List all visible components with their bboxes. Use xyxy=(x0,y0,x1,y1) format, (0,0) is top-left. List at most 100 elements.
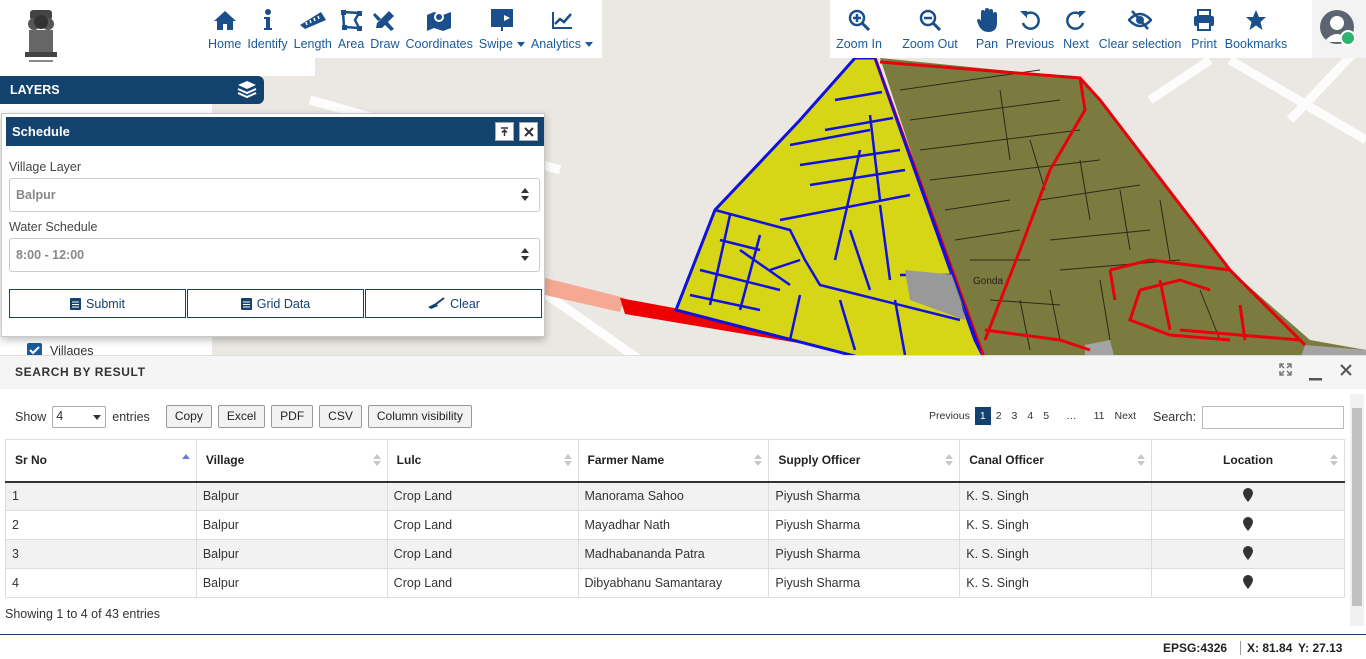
map-marker-icon[interactable] xyxy=(1243,487,1254,502)
schedule-panel: Schedule Village Layer Balpur Water Sche… xyxy=(1,113,545,337)
village-layer-select[interactable]: Balpur xyxy=(9,178,540,212)
table-info: Showing 1 to 4 of 43 entries xyxy=(5,607,160,621)
column-header-sr-no[interactable]: Sr No xyxy=(5,439,197,483)
next-button[interactable]: Next xyxy=(1058,0,1094,58)
zoom-out-icon xyxy=(919,6,941,34)
schedule-minimize-button[interactable] xyxy=(495,122,514,141)
epsg-readout: EPSG:4326 xyxy=(1163,641,1228,655)
table-row[interactable]: 2 Balpur Crop Land Mayadhar Nath Piyush … xyxy=(5,510,1345,540)
broom-icon xyxy=(428,297,445,309)
online-status-icon xyxy=(1340,30,1356,46)
search-label: Search: xyxy=(1153,410,1197,424)
entries-select[interactable]: 4 xyxy=(52,405,107,428)
column-header-village[interactable]: Village xyxy=(195,439,388,483)
swipe-icon xyxy=(490,6,514,34)
expand-icon[interactable] xyxy=(1279,363,1292,379)
schedule-header: Schedule xyxy=(6,117,544,146)
pagination-page[interactable]: 2 xyxy=(991,407,1007,425)
csv-button[interactable]: CSV xyxy=(319,405,362,428)
column-header-location[interactable]: Location xyxy=(1151,439,1345,483)
print-button[interactable]: Print xyxy=(1186,0,1222,58)
previous-button[interactable]: Previous xyxy=(1002,0,1058,58)
bookmarks-button[interactable]: Bookmarks xyxy=(1222,0,1290,58)
home-button[interactable]: Home xyxy=(205,0,244,58)
pagination-page[interactable]: 3 xyxy=(1007,407,1023,425)
column-header-supply-officer[interactable]: Supply Officer xyxy=(768,439,961,483)
coordinates-button[interactable]: Coordinates xyxy=(402,0,475,58)
redo-icon xyxy=(1065,6,1087,34)
zoom-in-icon xyxy=(848,6,870,34)
table-row[interactable]: 4 Balpur Crop Land Dibyabhanu Samantaray… xyxy=(5,568,1345,598)
toolbar-tools-left: Home Identify Length Area Draw Coordinat… xyxy=(205,0,602,58)
water-schedule-select[interactable]: 8:00 - 12:00 xyxy=(9,238,540,272)
chevron-down-icon xyxy=(584,42,593,48)
water-schedule-label: Water Schedule xyxy=(9,220,98,234)
search-input[interactable] xyxy=(1202,406,1344,429)
copy-button[interactable]: Copy xyxy=(165,405,212,428)
map-marker-icon[interactable] xyxy=(1243,516,1254,531)
pagination-page[interactable]: 1 xyxy=(974,407,991,425)
national-emblem-icon xyxy=(25,10,57,62)
location-cell xyxy=(1151,539,1345,569)
location-cell xyxy=(1151,510,1345,540)
pagination-page[interactable]: 4 xyxy=(1022,407,1038,425)
table-header-row: Sr No Village Lulc Farmer Name Supply Of… xyxy=(5,439,1345,483)
pagination-next[interactable]: Next xyxy=(1109,407,1141,425)
entries-length-control: Show 4 entries Copy Excel PDF CSV Column… xyxy=(15,405,472,428)
analytics-button[interactable]: Analytics xyxy=(528,0,596,58)
select-arrows-icon xyxy=(521,188,529,201)
zoom-out-button[interactable]: Zoom Out xyxy=(888,0,972,58)
column-header-canal-officer[interactable]: Canal Officer xyxy=(959,439,1153,483)
close-icon[interactable] xyxy=(1340,364,1352,379)
map-marker-icon[interactable] xyxy=(1243,574,1254,589)
layers-header[interactable]: LAYERS xyxy=(0,76,264,104)
results-table: Sr No Village Lulc Farmer Name Supply Of… xyxy=(5,439,1345,598)
ruler-icon xyxy=(299,6,327,34)
excel-button[interactable]: Excel xyxy=(217,405,266,428)
results-scrollbar[interactable] xyxy=(1350,394,1364,626)
village-layer-label: Village Layer xyxy=(9,160,82,174)
table-row[interactable]: 1 Balpur Crop Land Manorama Sahoo Piyush… xyxy=(5,481,1345,511)
pagination-ellipsis: … xyxy=(1066,410,1077,422)
swipe-button[interactable]: Swipe xyxy=(476,0,528,58)
draw-button[interactable]: Draw xyxy=(367,0,402,58)
pdf-button[interactable]: PDF xyxy=(271,405,314,428)
minimize-icon[interactable] xyxy=(1309,369,1322,384)
pagination-page[interactable]: 11 xyxy=(1089,407,1110,425)
layers-title: LAYERS xyxy=(10,83,60,97)
clear-selection-button[interactable]: Clear selection xyxy=(1094,0,1186,58)
submit-button[interactable]: Submit xyxy=(9,289,186,318)
area-icon xyxy=(340,6,363,34)
length-button[interactable]: Length xyxy=(291,0,335,58)
star-icon xyxy=(1245,6,1267,34)
layers-icon[interactable] xyxy=(237,80,257,103)
location-cell xyxy=(1151,568,1345,598)
schedule-title: Schedule xyxy=(12,124,70,139)
results-title: SEARCH BY RESULT xyxy=(15,365,146,379)
scrollbar-thumb[interactable] xyxy=(1352,408,1362,606)
close-icon xyxy=(523,126,534,137)
schedule-close-button[interactable] xyxy=(519,122,538,141)
select-arrows-icon xyxy=(521,248,529,261)
map-marker-icon[interactable] xyxy=(1243,545,1254,560)
column-header-farmer-name[interactable]: Farmer Name xyxy=(577,439,770,483)
pan-button[interactable]: Pan xyxy=(972,0,1002,58)
grid-data-button[interactable]: Grid Data xyxy=(187,289,364,318)
table-row[interactable]: 3 Balpur Crop Land Madhabananda Patra Pi… xyxy=(5,539,1345,569)
list-icon xyxy=(240,297,252,310)
pagination-previous[interactable]: Previous xyxy=(924,407,975,425)
y-coordinate-readout: Y: 27.13 xyxy=(1298,641,1343,655)
location-cell xyxy=(1151,481,1345,511)
map-marker-icon xyxy=(426,6,452,34)
pagination-page[interactable]: 5 xyxy=(1038,407,1054,425)
zoom-in-button[interactable]: Zoom In xyxy=(830,0,888,58)
check-icon xyxy=(29,346,40,355)
info-icon xyxy=(262,6,274,34)
search-results-panel: SEARCH BY RESULT Show 4 entries Copy Exc… xyxy=(0,355,1366,634)
clear-button[interactable]: Clear xyxy=(365,289,542,318)
identify-button[interactable]: Identify xyxy=(244,0,290,58)
area-button[interactable]: Area xyxy=(335,0,367,58)
chevron-down-icon xyxy=(516,42,525,48)
column-visibility-button[interactable]: Column visibility xyxy=(367,405,472,428)
column-header-lulc[interactable]: Lulc xyxy=(386,439,579,483)
